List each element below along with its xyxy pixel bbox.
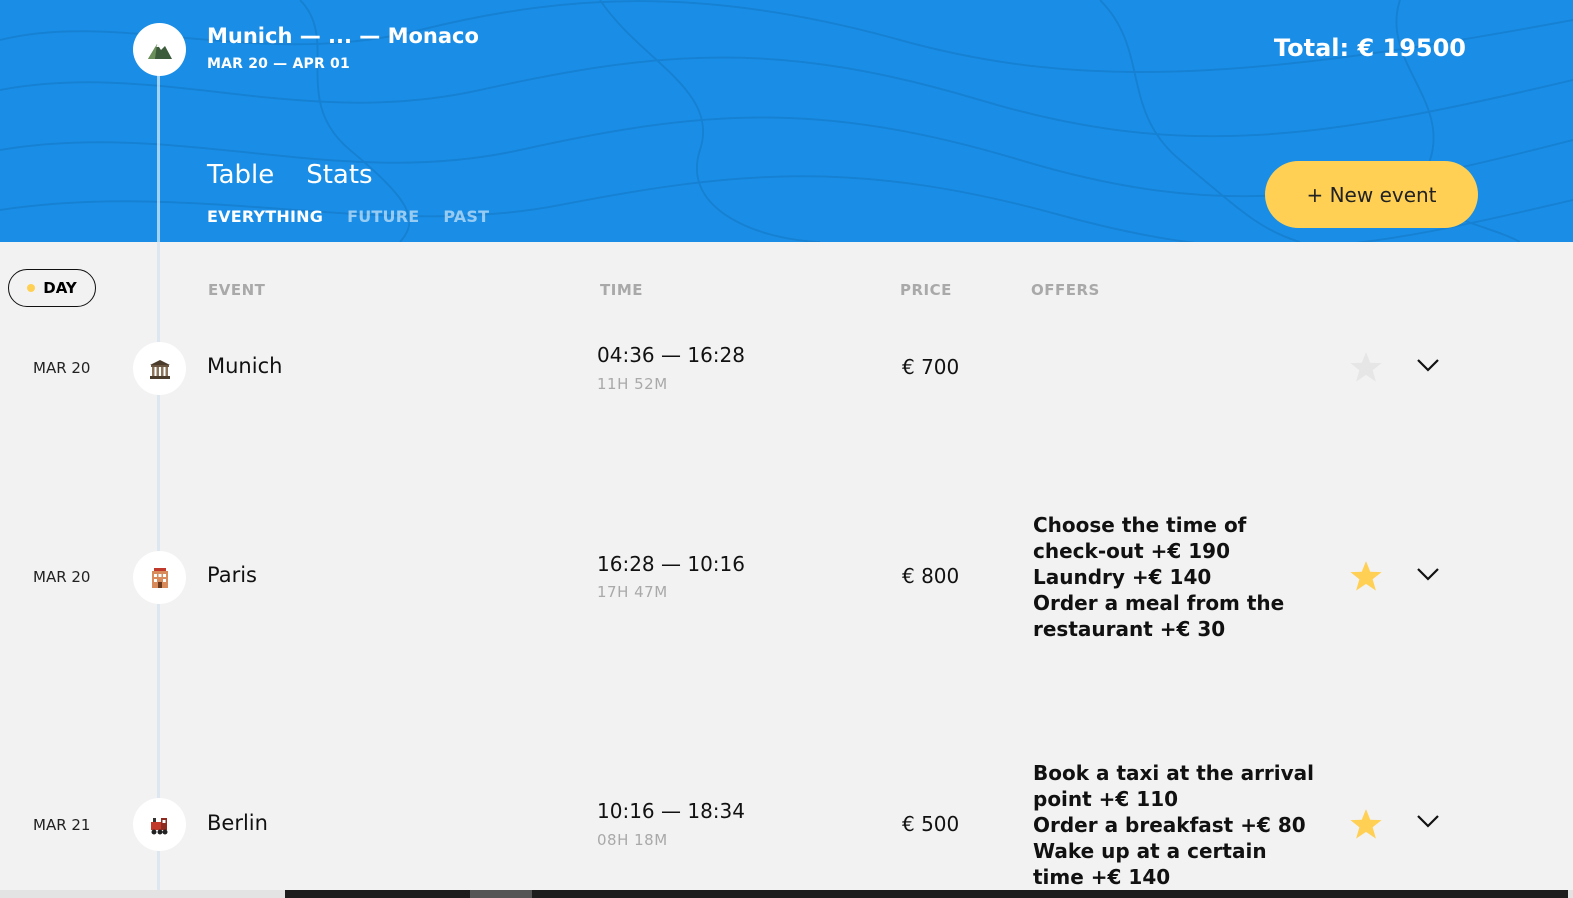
filter-tabs: EVERYTHING FUTURE PAST <box>207 207 489 226</box>
event-duration: 08H 18M <box>597 831 668 849</box>
sort-day-button[interactable]: DAY <box>8 269 96 307</box>
column-header-time[interactable]: TIME <box>600 281 643 299</box>
favorite-star-icon[interactable] <box>1349 559 1383 593</box>
event-price: € 800 <box>902 564 960 588</box>
sort-indicator-dot <box>27 284 36 292</box>
timeline-line-header <box>157 75 160 242</box>
event-destination: Berlin <box>207 811 268 835</box>
event-destination: Paris <box>207 563 257 587</box>
filter-past[interactable]: PAST <box>443 207 489 226</box>
museum-icon <box>149 359 170 379</box>
event-time-range: 04:36 — 16:28 <box>597 343 745 367</box>
event-offers-list: Choose the time of check-out +€ 190 Laun… <box>1033 512 1323 642</box>
column-header-event[interactable]: EVENT <box>208 281 265 299</box>
day-column-label: DAY <box>43 279 77 297</box>
event-price: € 500 <box>902 812 960 836</box>
new-event-button[interactable]: + New event <box>1265 161 1478 228</box>
event-offers-list: Book a taxi at the arrival point +€ 110 … <box>1033 760 1323 890</box>
tab-stats[interactable]: Stats <box>306 160 372 190</box>
event-destination: Munich <box>207 354 283 378</box>
event-type-icon <box>133 798 186 851</box>
trip-title: Munich — ... — Monaco <box>207 24 479 48</box>
offer-item: Book a taxi at the arrival point +€ 110 <box>1033 761 1315 811</box>
offer-item: Order a breakfast +€ 80 <box>1033 813 1306 837</box>
event-date: MAR 20 <box>33 568 91 586</box>
event-price: € 700 <box>902 355 960 379</box>
trip-total: Total: € 19500 <box>1273 34 1466 62</box>
trip-dates: MAR 20 — APR 01 <box>207 56 350 72</box>
offer-item: Wake up at a certain time +€ 140 <box>1033 839 1267 889</box>
offer-item: Order a meal from the restaurant +€ 30 <box>1033 591 1285 641</box>
hotel-icon <box>151 567 168 588</box>
chevron-down-icon[interactable] <box>1415 565 1441 585</box>
offer-item: Laundry +€ 140 <box>1033 565 1212 589</box>
event-duration: 11H 52M <box>597 375 668 393</box>
mountain-icon <box>147 43 172 59</box>
horizontal-scrollbar-grip <box>470 890 532 898</box>
trip-header: Munich — ... — Monaco MAR 20 — APR 01 To… <box>0 0 1573 242</box>
offer-item: Choose the time of check-out +€ 190 <box>1033 513 1247 563</box>
tab-table[interactable]: Table <box>207 160 274 190</box>
chevron-down-icon[interactable] <box>1415 812 1441 832</box>
chevron-down-icon[interactable] <box>1415 356 1441 376</box>
column-header-price[interactable]: PRICE <box>900 281 952 299</box>
favorite-star-icon[interactable] <box>1349 807 1383 841</box>
filter-future[interactable]: FUTURE <box>347 207 419 226</box>
train-icon <box>150 817 167 834</box>
view-tabs: Table Stats <box>207 160 373 190</box>
favorite-star-icon[interactable] <box>1349 350 1383 384</box>
event-time-range: 10:16 — 18:34 <box>597 799 745 823</box>
event-duration: 17H 47M <box>597 583 668 601</box>
event-type-icon <box>133 551 186 604</box>
trip-icon <box>133 23 186 76</box>
trip-page: Munich — ... — Monaco MAR 20 — APR 01 To… <box>0 0 1573 898</box>
event-time-range: 16:28 — 10:16 <box>597 552 745 576</box>
filter-everything[interactable]: EVERYTHING <box>207 207 323 226</box>
event-date: MAR 21 <box>33 816 91 834</box>
event-type-icon <box>133 342 186 395</box>
column-header-offers: OFFERS <box>1031 281 1100 299</box>
event-date: MAR 20 <box>33 359 91 377</box>
